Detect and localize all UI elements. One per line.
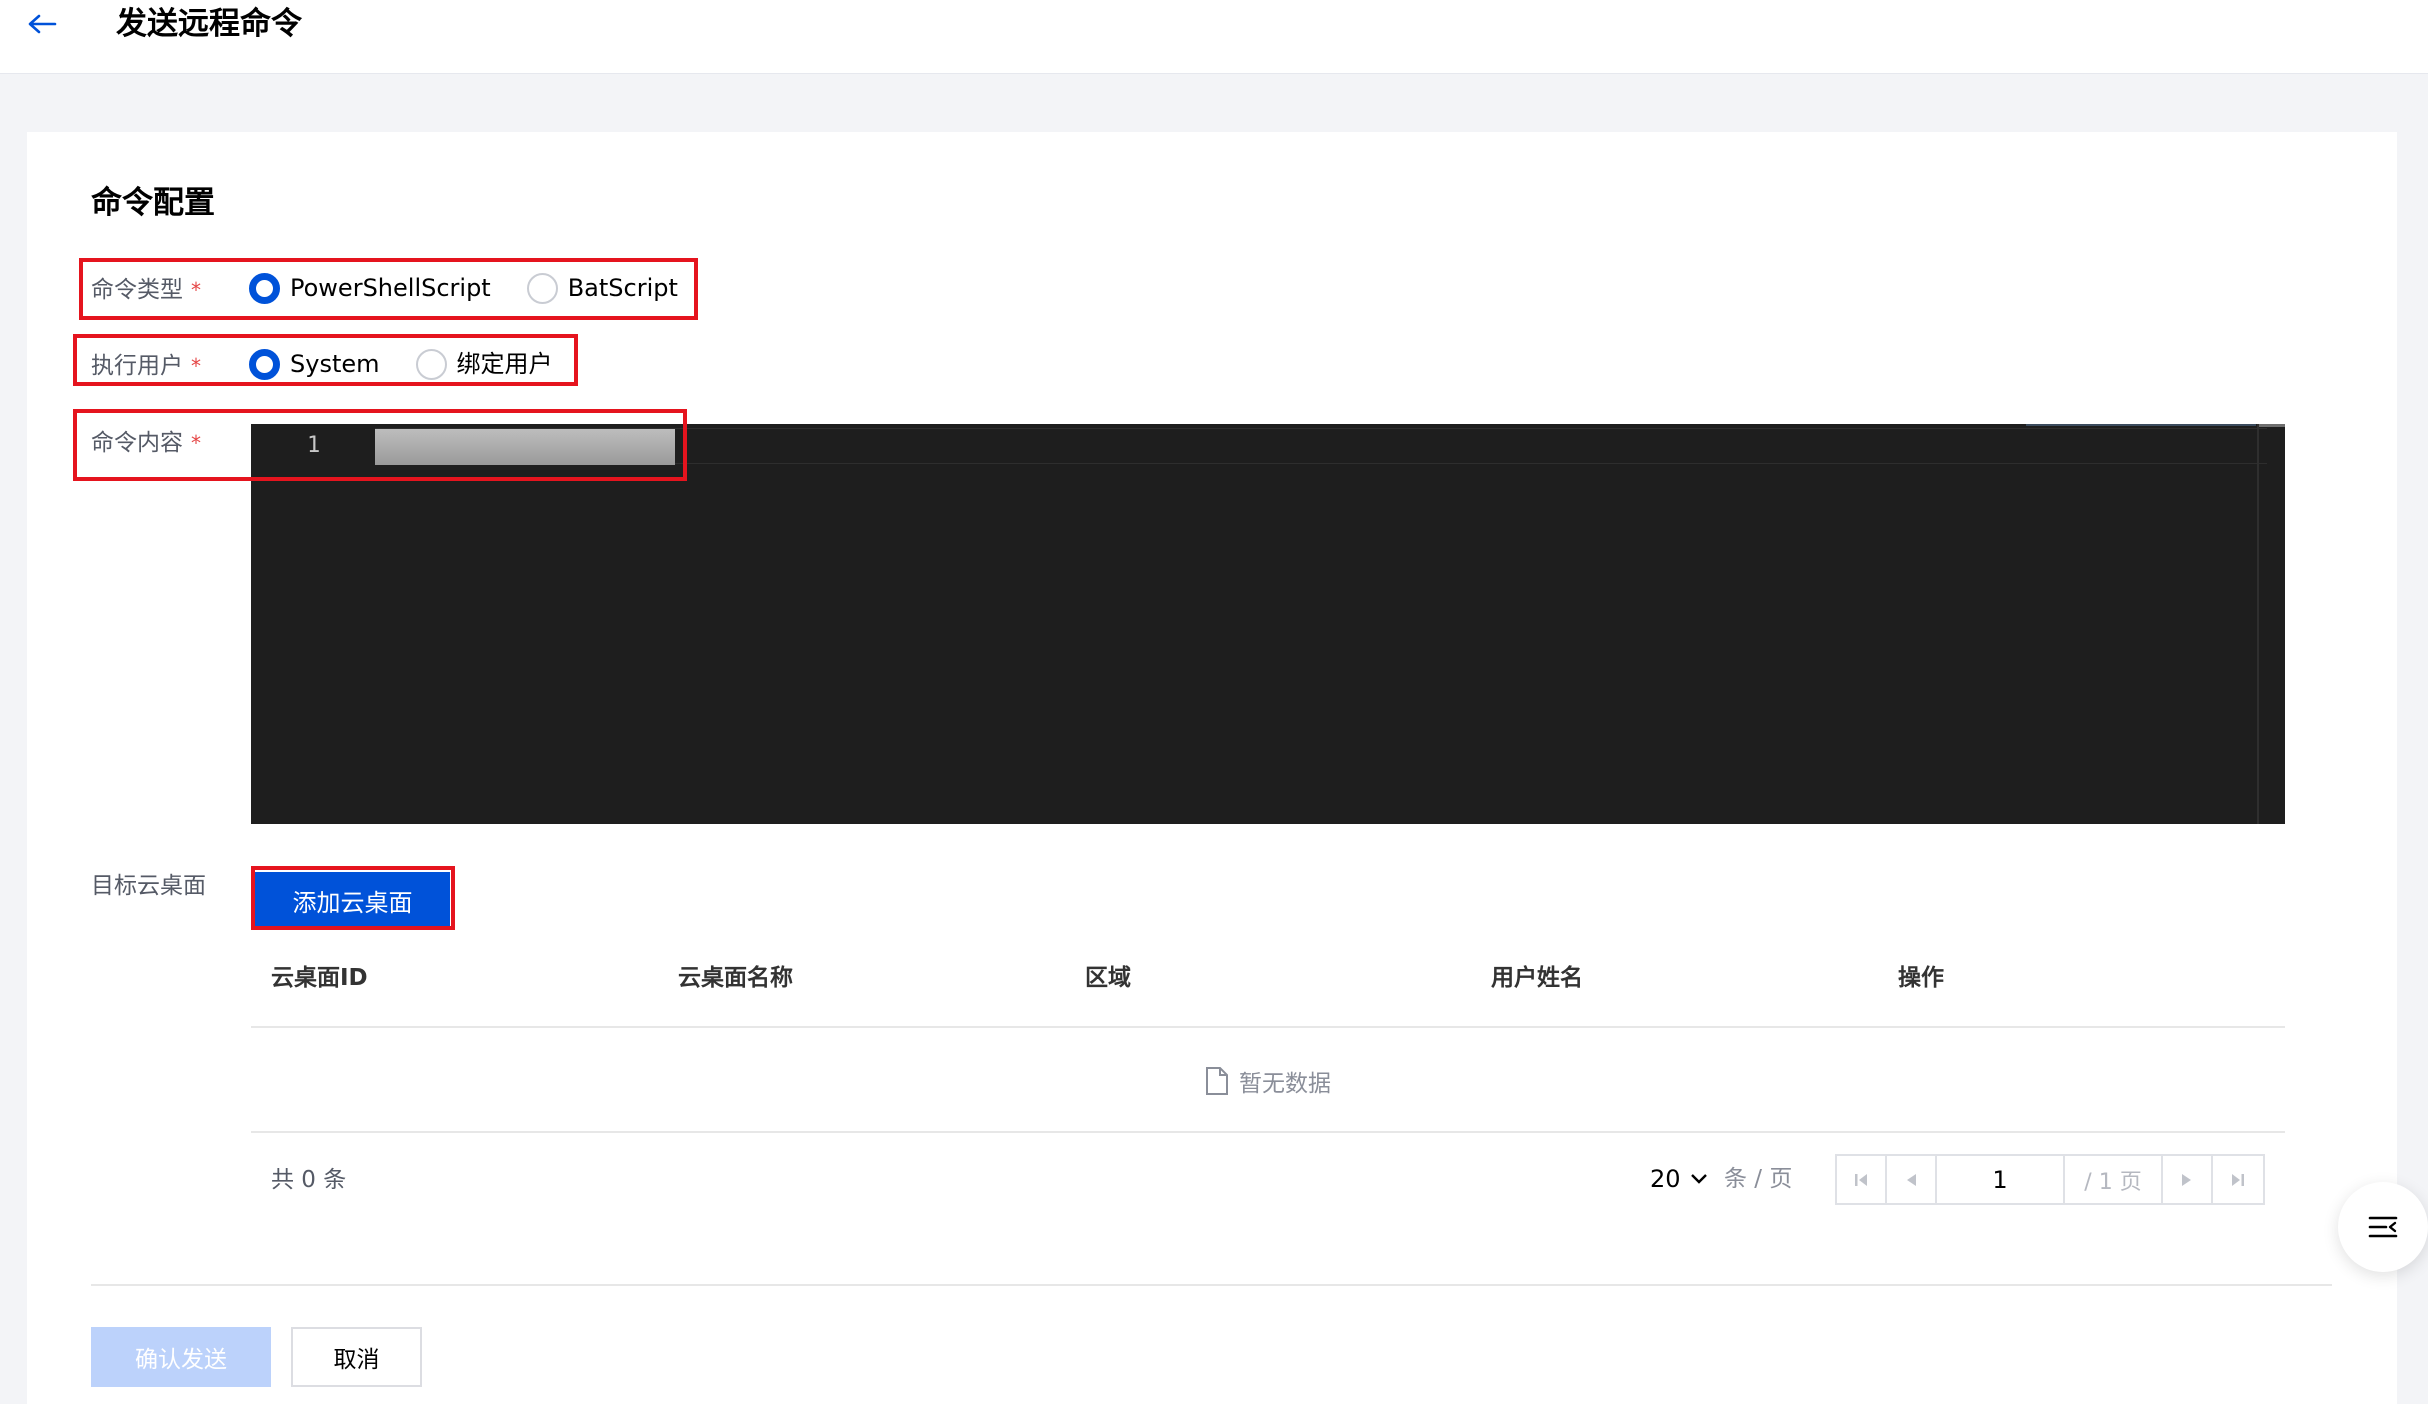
column-header-id: 云桌面ID	[271, 965, 368, 991]
page-size-select[interactable]: 20	[1650, 1162, 1709, 1196]
pager: / 1 页	[1835, 1154, 2265, 1205]
page-size-value: 20	[1650, 1165, 1681, 1193]
radio-bound-user[interactable]: 绑定用户	[415, 348, 553, 380]
radio-checked-icon	[249, 272, 280, 304]
line-number: 1	[307, 433, 321, 458]
arrow-left-icon	[28, 14, 57, 34]
next-page-button[interactable]	[2163, 1156, 2213, 1203]
required-mark: *	[191, 278, 201, 302]
empty-text: 暂无数据	[1239, 1070, 1331, 1097]
required-mark: *	[191, 354, 201, 378]
first-page-button[interactable]	[1837, 1156, 1887, 1203]
radio-system[interactable]: System	[249, 348, 380, 380]
menu-collapse-icon	[2368, 1216, 2398, 1238]
column-header-actions: 操作	[1898, 965, 1944, 991]
triangle-left-icon	[1907, 1173, 1916, 1186]
page-number-input[interactable]	[1937, 1156, 2065, 1203]
total-count: 共 0 条	[271, 1167, 347, 1193]
radio-unchecked-icon	[415, 348, 447, 380]
last-page-button[interactable]	[2213, 1156, 2263, 1203]
radio-unchecked-icon	[526, 272, 558, 304]
triangle-right-icon	[2182, 1173, 2191, 1186]
table-header: 云桌面ID 云桌面名称 区域 用户姓名 操作	[251, 948, 2285, 1028]
command-type-label: 命令类型 *	[91, 277, 201, 303]
radio-checked-icon	[249, 348, 280, 380]
chevron-down-icon	[1690, 1174, 1707, 1184]
back-button[interactable]	[22, 6, 62, 42]
add-desktop-button[interactable]: 添加云桌面	[255, 872, 450, 928]
page-title: 发送远程命令	[116, 6, 302, 42]
radio-powershellscript[interactable]: PowerShellScript	[249, 272, 491, 304]
editor-scroll-indicator	[2259, 424, 2285, 427]
column-header-name: 云桌面名称	[678, 965, 793, 991]
command-type-radio-group: PowerShellScript BatScript	[249, 272, 678, 304]
cancel-button[interactable]: 取消	[291, 1327, 422, 1387]
editor-scrollbar[interactable]	[2257, 424, 2259, 824]
floating-menu-button[interactable]	[2338, 1182, 2428, 1272]
file-icon	[1206, 1066, 1228, 1095]
command-content-label: 命令内容 *	[91, 430, 201, 456]
total-pages: / 1 页	[2065, 1156, 2163, 1203]
section-title: 命令配置	[91, 185, 215, 221]
footer-divider	[91, 1284, 2332, 1286]
top-bar: 发送远程命令	[0, 0, 2428, 74]
editor-minimap-line	[2026, 424, 2256, 426]
column-header-username: 用户姓名	[1491, 965, 1583, 991]
last-page-icon	[2232, 1173, 2244, 1186]
radio-batscript[interactable]: BatScript	[526, 272, 678, 304]
code-editor[interactable]: 1	[251, 424, 2285, 824]
table-empty-row: 暂无数据	[251, 1030, 2285, 1133]
page-size-unit: 条 / 页	[1724, 1166, 1793, 1192]
column-header-region: 区域	[1085, 965, 1131, 991]
required-mark: *	[191, 431, 201, 455]
target-desktop-label: 目标云桌面	[91, 873, 206, 899]
first-page-icon	[1855, 1173, 1867, 1186]
masked-command-text	[375, 429, 675, 465]
exec-user-radio-group: System 绑定用户	[249, 348, 553, 380]
exec-user-label: 执行用户 *	[91, 353, 201, 379]
confirm-send-button[interactable]: 确认发送	[91, 1327, 271, 1387]
prev-page-button[interactable]	[1887, 1156, 1937, 1203]
